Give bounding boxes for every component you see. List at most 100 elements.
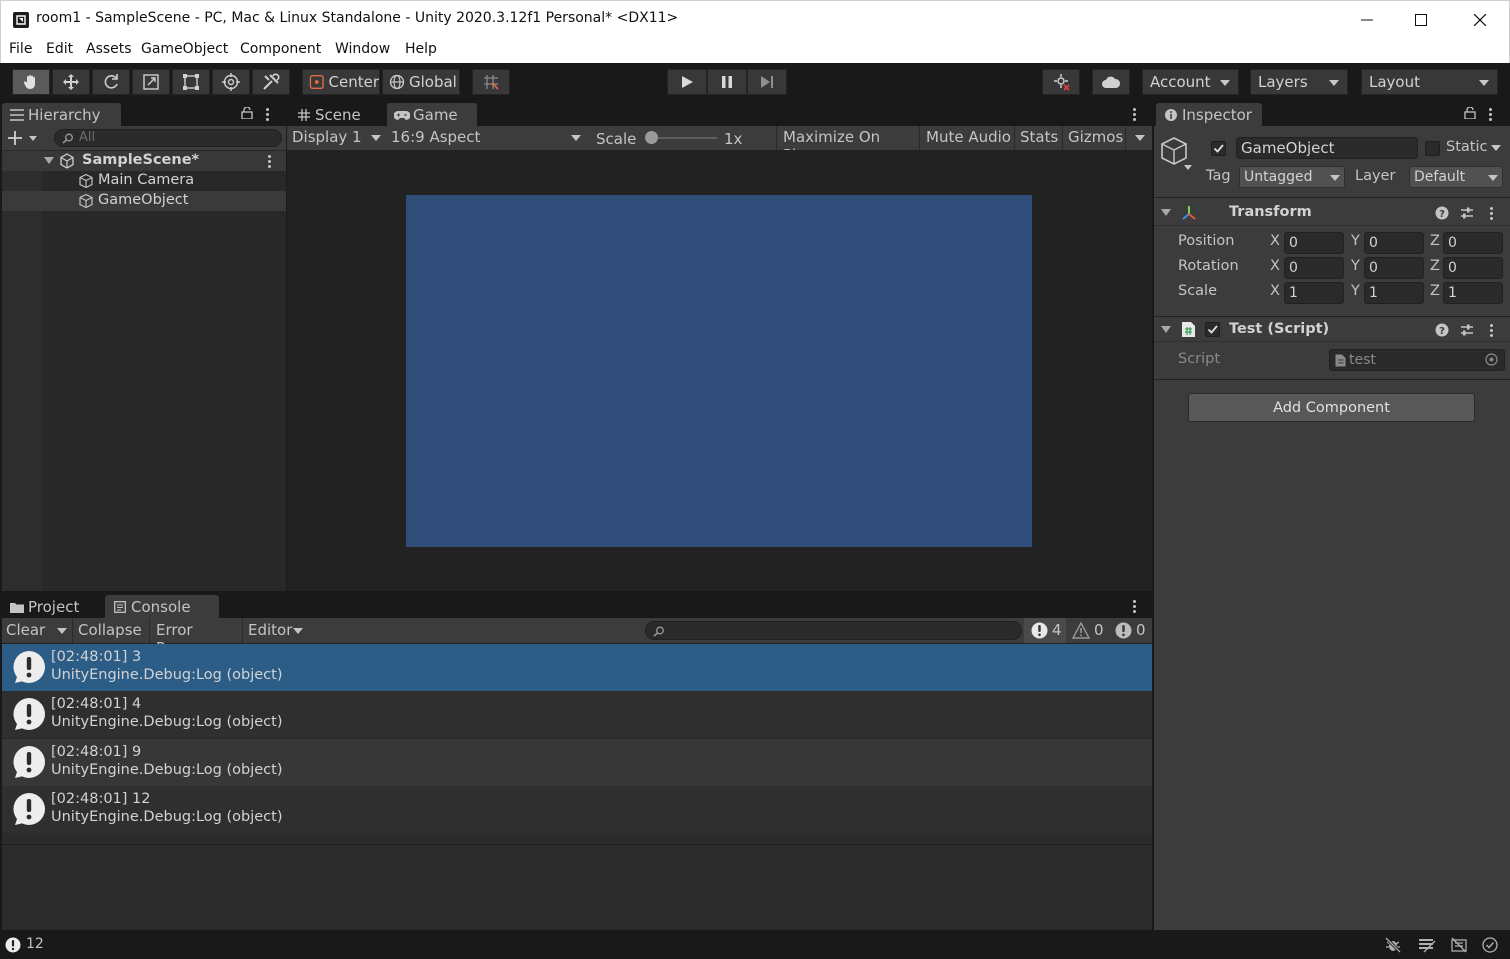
log-entry[interactable]: [02:48:01] 9 UnityEngine.Debug:Log (obje…	[2, 739, 1152, 786]
cache-server-icon[interactable]	[1418, 937, 1436, 953]
menu-assets[interactable]: Assets	[86, 41, 132, 57]
log-entry[interactable]: [02:48:01] 12 UnityEngine.Debug:Log (obj…	[2, 786, 1152, 833]
rotation-y-field[interactable]: 0	[1364, 257, 1424, 279]
status-last-message[interactable]: 12	[26, 936, 44, 952]
preset-sliders-icon[interactable]	[1460, 206, 1474, 220]
grid-snap-button[interactable]	[472, 69, 510, 95]
layers-dropdown[interactable]: Layers	[1250, 69, 1348, 95]
help-icon[interactable]: ?	[1435, 206, 1449, 220]
object-name-field[interactable]: GameObject	[1236, 137, 1418, 159]
clear-button[interactable]: Clear	[2, 618, 54, 643]
display-dropdown[interactable]: Display 1	[287, 126, 385, 150]
hierarchy-search-input[interactable]: All	[54, 129, 282, 147]
custom-tool-button[interactable]	[252, 69, 290, 95]
minimize-button[interactable]	[1344, 1, 1390, 39]
menu-help[interactable]: Help	[405, 41, 437, 57]
lock-icon[interactable]	[1464, 107, 1476, 119]
hierarchy-menu-icon[interactable]	[266, 108, 270, 123]
error-pause-toggle[interactable]: Error Pause	[149, 618, 241, 657]
rect-tool-button[interactable]	[172, 69, 210, 95]
tab-project[interactable]: Project	[2, 595, 102, 619]
game-menu-icon[interactable]	[1133, 108, 1137, 123]
rotation-z-field[interactable]: 0	[1443, 257, 1503, 279]
pause-button[interactable]	[707, 69, 747, 95]
menu-component[interactable]: Component	[240, 41, 321, 57]
scale-slider-thumb[interactable]	[645, 131, 658, 144]
hand-tool-button[interactable]	[12, 69, 50, 95]
account-dropdown[interactable]: Account	[1142, 69, 1239, 95]
gameobject-cube-icon[interactable]	[1160, 135, 1192, 173]
log-entry[interactable]: [02:48:01] 4 UnityEngine.Debug:Log (obje…	[2, 691, 1152, 738]
static-checkbox[interactable]	[1425, 141, 1440, 156]
scale-tool-button[interactable]	[132, 69, 170, 95]
console-search-input[interactable]	[645, 621, 1022, 640]
mute-audio-toggle[interactable]: Mute Audio	[919, 126, 1013, 150]
game-viewport[interactable]	[287, 150, 1152, 591]
menu-window[interactable]: Window	[335, 41, 390, 57]
menu-edit[interactable]: Edit	[46, 41, 73, 57]
help-icon[interactable]: ?	[1435, 323, 1449, 337]
tag-dropdown[interactable]: Untagged	[1239, 166, 1345, 188]
log-entry[interactable]: [02:48:01] 3 UnityEngine.Debug:Log (obje…	[2, 644, 1152, 691]
error-count-toggle[interactable]: 0	[1110, 618, 1152, 643]
clear-options-dropdown[interactable]	[54, 618, 72, 643]
script-enabled-checkbox[interactable]	[1205, 322, 1220, 337]
active-checkbox[interactable]	[1211, 141, 1226, 156]
close-button[interactable]	[1457, 1, 1503, 39]
log-count-toggle[interactable]: 4	[1024, 618, 1066, 643]
script-component-header[interactable]: Test (Script) ?	[1154, 316, 1510, 342]
position-x-field[interactable]: 0	[1284, 232, 1344, 254]
warning-count-toggle[interactable]: 0	[1068, 618, 1108, 643]
layer-dropdown[interactable]: Default	[1409, 166, 1503, 188]
stats-toggle[interactable]: Stats	[1014, 126, 1061, 150]
move-tool-button[interactable]	[52, 69, 90, 95]
object-picker-icon[interactable]	[1485, 353, 1498, 366]
tab-inspector[interactable]: Inspector	[1156, 103, 1262, 127]
inspector-menu-icon[interactable]	[1489, 108, 1493, 123]
menu-file[interactable]: File	[9, 41, 32, 57]
script-menu-icon[interactable]	[1490, 324, 1494, 339]
progress-check-icon[interactable]	[1482, 937, 1498, 953]
create-button[interactable]	[8, 129, 42, 147]
hierarchy-item-gameobject[interactable]: GameObject	[2, 191, 286, 211]
lock-icon[interactable]	[241, 107, 253, 119]
scene-menu-icon[interactable]	[268, 155, 272, 170]
chevron-down-icon[interactable]	[44, 157, 54, 165]
tab-hierarchy[interactable]: Hierarchy	[2, 103, 121, 127]
script-object-field[interactable]: test	[1329, 349, 1505, 371]
collab-button[interactable]	[1042, 69, 1080, 95]
pivot-center-toggle[interactable]: Center	[302, 69, 380, 95]
step-button[interactable]	[747, 69, 787, 95]
position-z-field[interactable]: 0	[1443, 232, 1503, 254]
tab-game[interactable]: Game	[387, 103, 477, 127]
console-menu-icon[interactable]	[1133, 600, 1137, 615]
play-button[interactable]	[667, 69, 707, 95]
layout-dropdown[interactable]: Layout	[1361, 69, 1498, 95]
rotate-tool-button[interactable]	[92, 69, 130, 95]
maximize-button[interactable]	[1398, 1, 1444, 39]
maximize-on-play-toggle[interactable]: Maximize On Play	[776, 126, 914, 164]
debug-off-icon[interactable]	[1384, 937, 1402, 953]
stacktrace-splitter[interactable]	[2, 844, 1152, 845]
auto-generate-lighting-icon[interactable]	[1450, 937, 1468, 953]
preset-sliders-icon[interactable]	[1460, 323, 1474, 337]
transform-header[interactable]: Transform ?	[1154, 200, 1510, 226]
gizmos-toggle[interactable]: Gizmos	[1062, 126, 1124, 150]
cloud-button[interactable]	[1092, 69, 1130, 95]
position-y-field[interactable]: 0	[1364, 232, 1424, 254]
add-component-button[interactable]: Add Component	[1188, 393, 1475, 422]
rotation-x-field[interactable]: 0	[1284, 257, 1344, 279]
editor-dropdown[interactable]: Editor	[242, 618, 308, 643]
chevron-down-icon[interactable]	[1491, 145, 1501, 152]
scale-z-field[interactable]: 1	[1443, 282, 1503, 304]
scale-y-field[interactable]: 1	[1364, 282, 1424, 304]
tab-console[interactable]: Console	[105, 595, 219, 619]
scene-row[interactable]: SampleScene*	[2, 151, 286, 171]
gizmos-dropdown[interactable]	[1125, 126, 1152, 150]
transform-tool-button[interactable]	[212, 69, 250, 95]
scale-x-field[interactable]: 1	[1284, 282, 1344, 304]
collapse-toggle[interactable]: Collapse	[72, 618, 148, 643]
menu-gameobject[interactable]: GameObject	[141, 41, 228, 57]
tab-scene[interactable]: Scene	[289, 103, 385, 127]
pivot-global-toggle[interactable]: Global	[382, 69, 460, 95]
